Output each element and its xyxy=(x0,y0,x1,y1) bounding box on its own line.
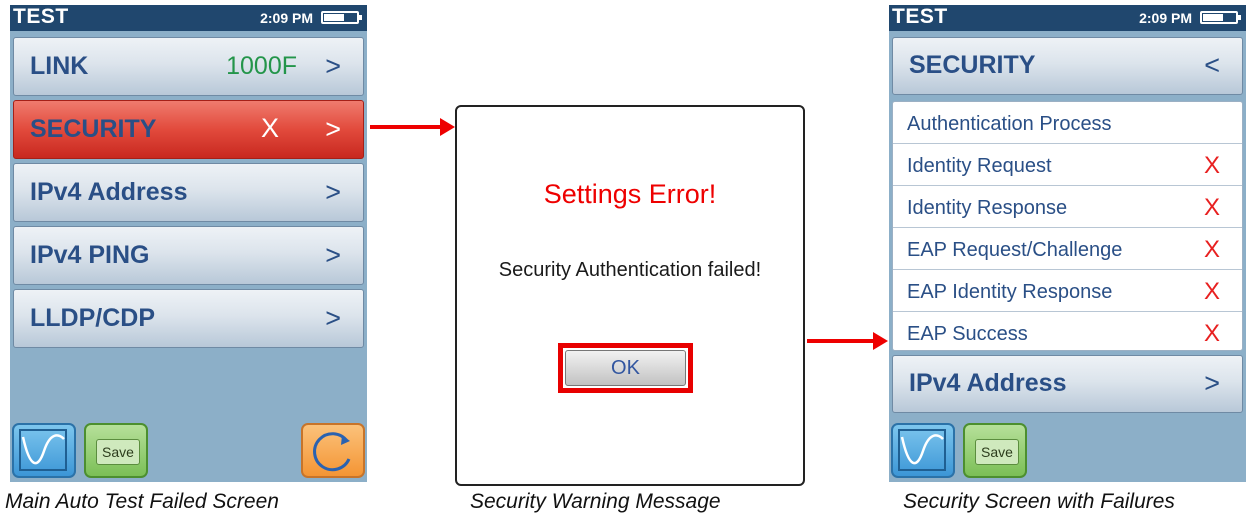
step-label: EAP Success xyxy=(907,323,1028,345)
menu-row-ipv4-address[interactable]: IPv4 Address > xyxy=(13,163,364,222)
security-steps-list: Authentication Process Identity Request … xyxy=(892,101,1243,351)
save-button[interactable]: Save xyxy=(963,423,1027,478)
status-title: TEST xyxy=(892,5,948,28)
caption-warning-message: Security Warning Message xyxy=(470,490,721,513)
graph-icon xyxy=(898,429,946,471)
menu-row-label: LINK xyxy=(30,52,89,80)
menu-row-label: IPv4 Address xyxy=(30,178,188,206)
list-item: EAP Request/Challenge X xyxy=(893,228,1242,270)
arrow-to-dialog xyxy=(370,125,442,129)
dialog-title: Settings Error! xyxy=(543,179,717,209)
fail-x-icon: X xyxy=(260,113,279,143)
step-label: Authentication Process xyxy=(907,113,1112,135)
security-detail-screen: TEST 2:09 PM SECURITY < Authentication P… xyxy=(889,5,1246,482)
chevron-left-icon: < xyxy=(1204,50,1220,80)
caption-main-screen: Main Auto Test Failed Screen xyxy=(5,490,279,513)
refresh-button[interactable] xyxy=(301,423,365,478)
step-label: Identity Response xyxy=(907,197,1068,219)
chevron-right-icon: > xyxy=(325,303,341,333)
chevron-right-icon: > xyxy=(1204,368,1220,398)
menu-row-link[interactable]: LINK 1000F > xyxy=(13,37,364,96)
list-item: EAP Identity Response X xyxy=(893,270,1242,312)
menu-row-ipv4-ping[interactable]: IPv4 PING > xyxy=(13,226,364,285)
battery-icon xyxy=(1200,11,1241,24)
graph-icon xyxy=(19,429,67,471)
menu-row-label: IPv4 PING xyxy=(30,241,150,269)
save-folder-icon: Save xyxy=(975,439,1019,465)
status-title: TEST xyxy=(13,5,69,28)
settings-error-dialog: Settings Error! Security Authentication … xyxy=(455,105,805,486)
fail-x-icon: X xyxy=(1203,320,1220,347)
fail-x-icon: X xyxy=(1203,278,1220,305)
status-time: 2:09 PM xyxy=(260,10,313,26)
list-item: Identity Response X xyxy=(893,186,1242,228)
chevron-right-icon: > xyxy=(325,177,341,207)
list-item: EAP Success X xyxy=(893,312,1242,350)
save-folder-icon: Save xyxy=(96,439,140,465)
dialog-message: Security Authentication failed! xyxy=(498,259,762,281)
step-label: Identity Request xyxy=(907,155,1052,177)
arrow-to-security-screen xyxy=(807,339,875,343)
chevron-right-icon: > xyxy=(325,51,341,81)
main-auto-test-screen: TEST 2:09 PM LINK 1000F > SECURITY X > I… xyxy=(10,5,367,482)
graph-button[interactable] xyxy=(12,423,76,478)
menu-row-label: LLDP/CDP xyxy=(30,304,155,332)
ok-button[interactable]: OK xyxy=(565,350,686,386)
step-label: EAP Identity Response xyxy=(907,281,1113,303)
refresh-icon xyxy=(313,432,351,472)
graph-button[interactable] xyxy=(891,423,955,478)
link-speed-value: 1000F xyxy=(226,52,297,80)
fail-x-icon: X xyxy=(1203,194,1220,221)
chevron-right-icon: > xyxy=(325,240,341,270)
step-label: EAP Request/Challenge xyxy=(907,239,1123,261)
status-bar: TEST 2:09 PM xyxy=(10,5,367,31)
fail-x-icon: X xyxy=(1203,152,1220,179)
status-bar: TEST 2:09 PM xyxy=(889,5,1246,31)
list-item: Identity Request X xyxy=(893,144,1242,186)
status-time: 2:09 PM xyxy=(1139,10,1192,26)
battery-icon xyxy=(321,11,362,24)
list-item: Authentication Process xyxy=(893,102,1242,144)
menu-row-label: SECURITY xyxy=(30,115,157,143)
menu-row-label: IPv4 Address xyxy=(909,369,1067,397)
fail-x-icon: X xyxy=(1203,236,1220,263)
chevron-right-icon: > xyxy=(325,114,341,144)
save-button[interactable]: Save xyxy=(84,423,148,478)
arrow-head xyxy=(440,118,455,136)
arrow-head xyxy=(873,332,888,350)
security-header-row[interactable]: SECURITY < xyxy=(892,37,1243,95)
menu-row-security[interactable]: SECURITY X > xyxy=(13,100,364,159)
security-header-label: SECURITY xyxy=(909,51,1036,79)
menu-row-ipv4-address[interactable]: IPv4 Address > xyxy=(892,355,1243,413)
menu-row-lldp-cdp[interactable]: LLDP/CDP > xyxy=(13,289,364,348)
caption-security-screen: Security Screen with Failures xyxy=(903,490,1175,513)
